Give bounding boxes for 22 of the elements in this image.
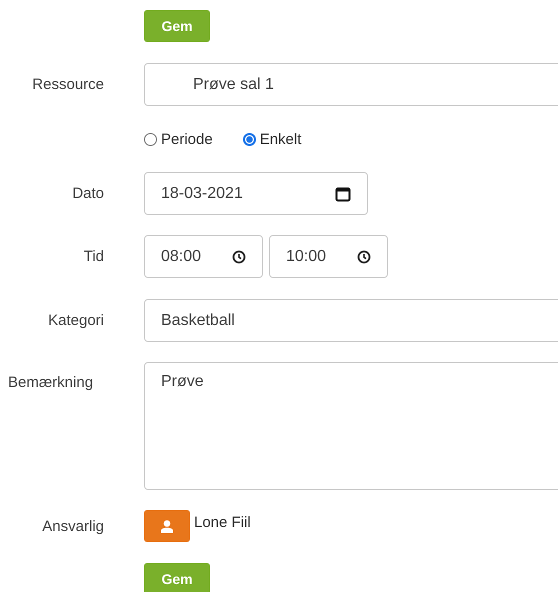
calendar-icon xyxy=(335,186,351,202)
person-name: Lone Fiil xyxy=(194,514,251,530)
radio-button[interactable] xyxy=(144,133,157,146)
field-label: Ansvarlig xyxy=(41,518,104,534)
time-field[interactable]: 10:00 xyxy=(269,235,388,278)
resource-field[interactable]: Prøve sal 1 xyxy=(144,63,558,106)
date-field[interactable]: 18-03-2021 xyxy=(144,172,368,215)
person-icon xyxy=(160,519,174,533)
field-label: Ressource xyxy=(31,76,104,93)
note-textarea[interactable]: Prøve xyxy=(144,362,558,490)
radio-button[interactable] xyxy=(242,133,256,146)
clock-icon xyxy=(232,250,246,264)
field-label: Kategori xyxy=(47,312,104,329)
field-label: Bemærkning xyxy=(7,374,94,391)
person-button[interactable] xyxy=(144,510,190,542)
time-field[interactable]: 08:00 xyxy=(144,235,263,278)
clock-icon xyxy=(357,250,371,264)
field-label: Dato xyxy=(71,185,104,202)
radio-option[interactable]: Enkelt xyxy=(242,131,302,148)
radio-option[interactable]: Periode xyxy=(144,131,213,148)
field-label: Tid xyxy=(82,248,104,265)
category-field[interactable]: Basketball xyxy=(144,299,558,342)
